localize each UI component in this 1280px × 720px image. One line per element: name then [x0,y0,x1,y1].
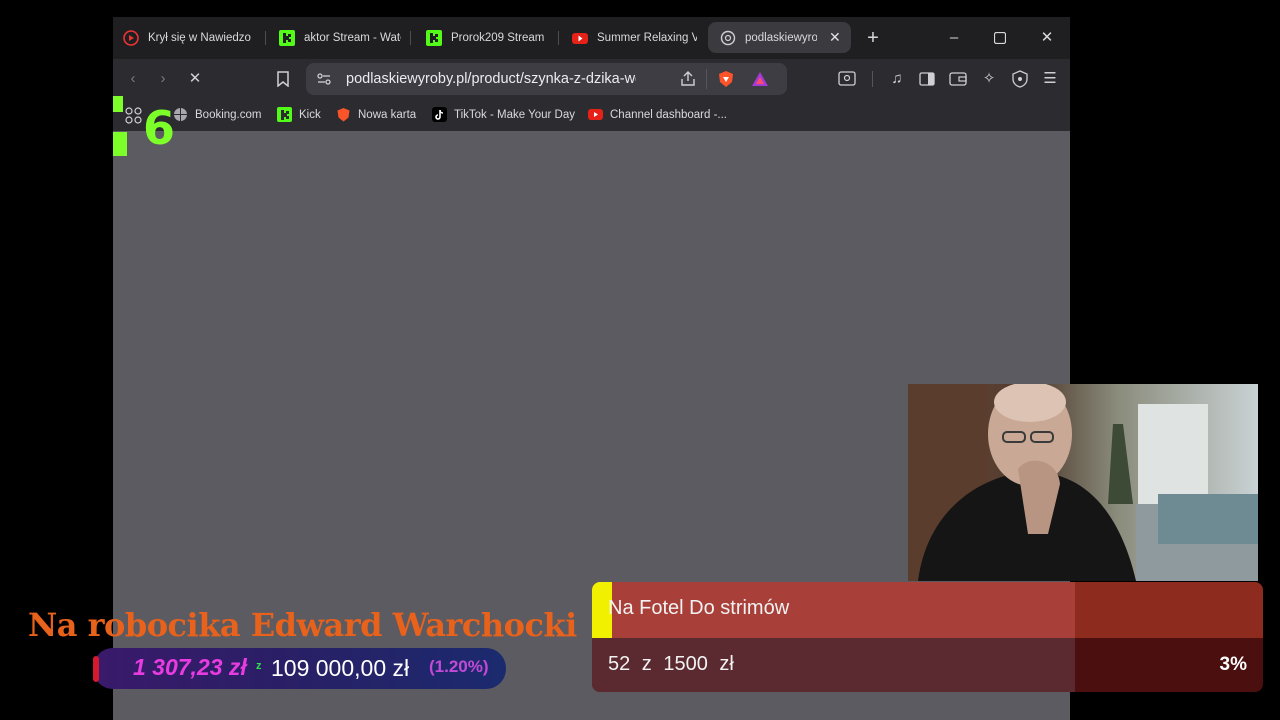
counter-bar [113,132,127,156]
back-button[interactable]: ‹ [123,69,143,89]
youtube-icon [572,30,588,46]
wallet-icon[interactable] [948,69,968,89]
kick-icon [426,29,442,46]
tab-divider [558,31,559,45]
tab-1[interactable]: Krył się w Nawiedzo [123,22,258,53]
maximize-button[interactable] [991,29,1009,47]
url-text[interactable]: podlaskiewyroby.pl/product/szynka-z-dzik… [346,71,636,87]
stop-loading-button[interactable]: ✕ [185,69,205,89]
bookmark-tiktok[interactable]: TikTok - Make Your Day [432,107,575,122]
bookmark-kick[interactable]: Kick [277,107,321,122]
toolbar: ‹ › ✕ podlaskiewyroby.pl/product/szynka-… [113,59,1070,99]
tab-label: Krył się w Nawiedzo [148,31,251,44]
divider [706,69,707,89]
goal-percent: 3% [1219,654,1247,675]
collected-amount: 1 307,23 zł [133,654,247,680]
tab-active[interactable]: podlaskiewyro ✕ [708,22,851,53]
counter-bar [113,96,123,112]
tab-2[interactable]: aktor Stream - Watc [279,22,401,53]
bookmark-label: Nowa karta [358,108,417,121]
sidebar-icon[interactable] [917,69,937,89]
divider [872,71,873,87]
bookmark-label: Booking.com [195,108,262,121]
counter-overlay: 6 [113,96,176,158]
youtube-icon [588,107,603,122]
goal-title: Na Fotel Do strimów [608,597,790,619]
music-note-icon[interactable]: ♫ [887,69,907,89]
reader-mode-icon[interactable] [837,69,857,89]
tab-bar: Krył się w Nawiedzo aktor Stream - Watc … [113,17,1070,59]
donation-accent-bar [93,656,99,682]
globe-icon [720,30,736,46]
bookmark-icon[interactable] [273,69,293,89]
bookmarks-bar: Booking.com Kick Nowa karta TikTok - Mak… [113,99,1070,131]
site-settings-icon[interactable] [316,71,332,92]
tab-divider [265,31,266,45]
tab-divider [410,31,411,45]
tab-3[interactable]: Prorok209 Stream - [426,22,546,53]
bookmark-label: TikTok - Make Your Day [454,108,576,121]
tiktok-icon [432,107,447,122]
vpn-icon[interactable] [1010,69,1030,89]
tab-label: podlaskiewyro [745,31,817,44]
new-tab-button[interactable]: + [864,28,882,48]
target-amount: 109 000,00 zł [271,655,410,681]
bookmark-nowa-karta[interactable]: Nowa karta [336,107,416,122]
tab-label: Summer Relaxing V [597,31,697,44]
globe-icon [173,107,188,122]
of-label: z [256,660,262,672]
close-window-button[interactable]: ✕ [1038,29,1056,47]
youtube-circle-icon [123,29,139,46]
brave-rewards-icon[interactable] [751,70,769,93]
goal-widget: Na Fotel Do strimów 52 z 1500 zł 3% [592,582,1263,692]
webcam-feed [908,384,1258,581]
bookmark-label: Channel dashboard -... [610,108,727,121]
bookmark-booking[interactable]: Booking.com [173,107,261,122]
forward-button[interactable]: › [153,69,173,89]
counter-digit: 6 [143,101,176,155]
tab-label: Prorok209 Stream - [451,31,546,44]
tab-4[interactable]: Summer Relaxing V [572,22,697,53]
brave-icon [336,107,351,122]
bookmark-label: Kick [299,108,321,121]
donation-title: Na robocika Edward Warchocki [28,606,577,644]
tab-close-icon[interactable]: ✕ [829,29,841,46]
kick-icon [277,107,292,122]
share-icon[interactable] [679,70,697,93]
brave-shields-icon[interactable] [717,70,735,93]
goal-progress-text: 52 z 1500 zł [608,653,734,675]
minimize-button[interactable]: – [945,29,963,47]
kick-icon [279,29,295,46]
bookmark-channel-dashboard[interactable]: Channel dashboard -... [588,107,727,122]
menu-icon[interactable]: ☰ [1040,69,1060,89]
address-bar[interactable]: podlaskiewyroby.pl/product/szynka-z-dzik… [306,63,787,95]
tab-label: aktor Stream - Watc [304,31,401,44]
collected-percent: (1.20%) [429,657,489,676]
leo-ai-icon[interactable]: ✧ [979,69,999,89]
